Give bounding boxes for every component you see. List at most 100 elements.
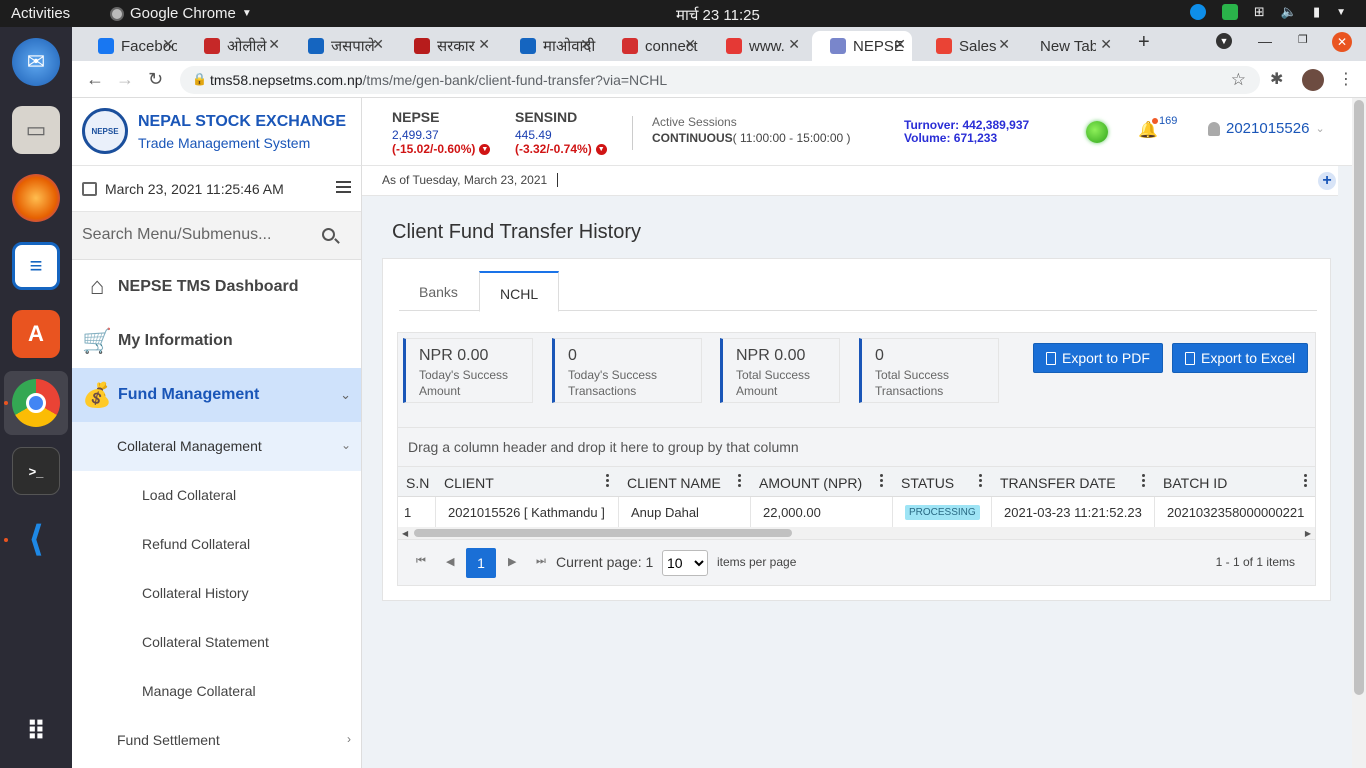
browser-tab[interactable]: जसपाले ✕: [290, 31, 390, 61]
column-menu-icon[interactable]: [606, 474, 609, 488]
page-size-select[interactable]: 10: [662, 550, 708, 576]
chrome-icon[interactable]: [12, 379, 60, 427]
horizontal-scrollbar[interactable]: ◀ ▶: [398, 527, 1315, 539]
maximize-button[interactable]: ❐: [1298, 33, 1308, 46]
terminal-icon[interactable]: >_: [12, 447, 60, 495]
column-header-status[interactable]: STATUS: [893, 467, 992, 497]
volume-icon[interactable]: 🔈: [1281, 4, 1297, 20]
close-tab-icon[interactable]: ✕: [162, 36, 174, 53]
reload-button[interactable]: ↻: [148, 69, 163, 90]
close-tab-icon[interactable]: ✕: [684, 36, 696, 53]
url-text[interactable]: tms58.nepsetms.com.np/tms/me/gen-bank/cl…: [210, 72, 667, 88]
browser-tab[interactable]: www. ✕: [708, 31, 806, 61]
thunderbird-icon[interactable]: ✉: [12, 38, 60, 86]
browser-tab[interactable]: NEPSE ✕: [812, 31, 912, 61]
close-tab-icon[interactable]: ✕: [1100, 36, 1112, 53]
close-tab-icon[interactable]: ✕: [788, 36, 800, 53]
scrollbar-thumb[interactable]: [1354, 100, 1364, 695]
column-header-client-name[interactable]: CLIENT NAME: [619, 467, 751, 497]
menu-search-input[interactable]: [82, 224, 312, 246]
shield-check-icon[interactable]: [1221, 4, 1238, 20]
user-menu[interactable]: 2021015526 ⌄: [1208, 120, 1325, 137]
close-window-button[interactable]: ✕: [1332, 32, 1352, 52]
address-bar[interactable]: 🔒 tms58.nepsetms.com.np/tms/me/gen-bank/…: [180, 66, 1260, 94]
sidebar-item-dashboard[interactable]: ⌂ NEPSE TMS Dashboard: [72, 260, 361, 314]
browser-tab[interactable]: ओलीले ✕: [186, 31, 286, 61]
bookmark-star-icon[interactable]: ☆: [1231, 70, 1246, 90]
network-icon[interactable]: ⊞: [1254, 4, 1265, 20]
page-number-button[interactable]: 1: [466, 548, 496, 578]
teamviewer-icon[interactable]: [1189, 4, 1206, 20]
scrollbar-thumb[interactable]: [414, 529, 792, 537]
files-icon[interactable]: ▭: [12, 106, 60, 154]
column-menu-icon[interactable]: [1304, 474, 1307, 488]
scroll-left-arrow-icon[interactable]: ◀: [402, 529, 408, 538]
system-clock[interactable]: मार्च 23 11:25: [676, 5, 760, 25]
scroll-right-arrow-icon[interactable]: ▶: [1305, 529, 1311, 538]
column-menu-icon[interactable]: [979, 474, 982, 488]
sidebar-item-fund-management[interactable]: 💰 Fund Management ⌄: [72, 368, 361, 422]
new-tab-button[interactable]: +: [1138, 31, 1150, 54]
tab-nchl[interactable]: NCHL: [479, 271, 560, 312]
column-header-sn[interactable]: S.N: [398, 467, 436, 497]
libreoffice-writer-icon[interactable]: ≡: [12, 242, 60, 290]
browser-tab[interactable]: माओवादी ✕: [502, 31, 598, 61]
close-tab-icon[interactable]: ✕: [580, 36, 592, 53]
hamburger-menu-icon[interactable]: [336, 181, 351, 193]
column-header-client[interactable]: CLIENT: [436, 467, 619, 497]
extensions-puzzle-icon[interactable]: ✱: [1270, 69, 1283, 89]
column-menu-icon[interactable]: [880, 474, 883, 488]
next-page-icon[interactable]: ▶: [508, 555, 516, 568]
firefox-icon[interactable]: [12, 174, 60, 222]
sidebar-item-load-collateral[interactable]: Load Collateral: [72, 471, 361, 520]
browser-tab[interactable]: New Tab ✕: [1022, 31, 1118, 61]
close-tab-icon[interactable]: ✕: [372, 36, 384, 53]
notification-count[interactable]: 169: [1159, 115, 1177, 127]
profile-avatar[interactable]: [1302, 69, 1324, 91]
brand-header[interactable]: NEPSE NEPAL STOCK EXCHANGE Trade Managem…: [72, 98, 362, 166]
column-header-batch-id[interactable]: BATCH ID: [1155, 467, 1315, 497]
export-pdf-button[interactable]: Export to PDF: [1033, 343, 1163, 373]
last-page-icon[interactable]: ⏭: [536, 555, 546, 568]
sensind-index[interactable]: SENSIND 445.49 (-3.32/-0.74%) ▼: [515, 109, 607, 156]
column-menu-icon[interactable]: [738, 474, 741, 488]
lock-icon[interactable]: 🔒: [192, 72, 207, 86]
browser-tab[interactable]: Facebook✕: [80, 31, 180, 61]
sidebar-item-my-information[interactable]: 🛒 My Information: [72, 314, 361, 368]
tab-search-icon[interactable]: ▼: [1216, 33, 1232, 49]
plus-icon[interactable]: +: [1318, 172, 1336, 190]
close-tab-icon[interactable]: ✕: [998, 36, 1010, 53]
forward-button[interactable]: →: [116, 69, 134, 90]
back-button[interactable]: ←: [86, 69, 104, 90]
export-excel-button[interactable]: Export to Excel: [1172, 343, 1309, 373]
search-icon[interactable]: [322, 228, 335, 241]
nepse-index[interactable]: NEPSE 2,499.37 (-15.02/-0.60%) ▼: [392, 109, 491, 156]
sidebar-item-manage-collateral[interactable]: Manage Collateral: [72, 667, 361, 716]
browser-tab[interactable]: Sales ✕: [918, 31, 1016, 61]
first-page-icon[interactable]: ⏮: [416, 555, 426, 568]
close-tab-icon[interactable]: ✕: [478, 36, 490, 53]
system-tray[interactable]: ⊞ 🔈 ▮ ▼: [1189, 4, 1346, 20]
previous-page-icon[interactable]: ◀: [446, 555, 454, 568]
sidebar-item-collateral-statement[interactable]: Collateral Statement: [72, 618, 361, 667]
chevron-down-icon[interactable]: ▼: [1336, 7, 1346, 18]
show-apps-grid-icon[interactable]: ⠿: [12, 707, 60, 755]
column-header-amount[interactable]: AMOUNT (NPR): [751, 467, 893, 497]
vertical-scrollbar[interactable]: [1352, 98, 1366, 768]
activities-button[interactable]: Activities: [11, 5, 70, 22]
column-menu-icon[interactable]: [1142, 474, 1145, 488]
chrome-menu-icon[interactable]: ⋮: [1338, 69, 1354, 89]
sidebar-item-refund-collateral[interactable]: Refund Collateral: [72, 520, 361, 569]
battery-icon[interactable]: ▮: [1313, 4, 1320, 20]
vscode-icon[interactable]: ⟨: [12, 515, 60, 563]
software-center-icon[interactable]: A: [12, 310, 60, 358]
browser-tab[interactable]: सरकार ✕: [396, 31, 496, 61]
app-menu[interactable]: Google Chrome ▼: [110, 5, 252, 22]
group-drop-area[interactable]: Drag a column header and drop it here to…: [397, 428, 1316, 466]
close-tab-icon[interactable]: ✕: [894, 36, 906, 53]
close-tab-icon[interactable]: ✕: [268, 36, 280, 53]
sidebar-item-collateral-management[interactable]: Collateral Management ⌄: [72, 422, 361, 471]
tab-banks[interactable]: Banks: [399, 271, 478, 312]
sidebar-item-collateral-history[interactable]: Collateral History: [72, 569, 361, 618]
minimize-button[interactable]: —: [1258, 33, 1272, 49]
